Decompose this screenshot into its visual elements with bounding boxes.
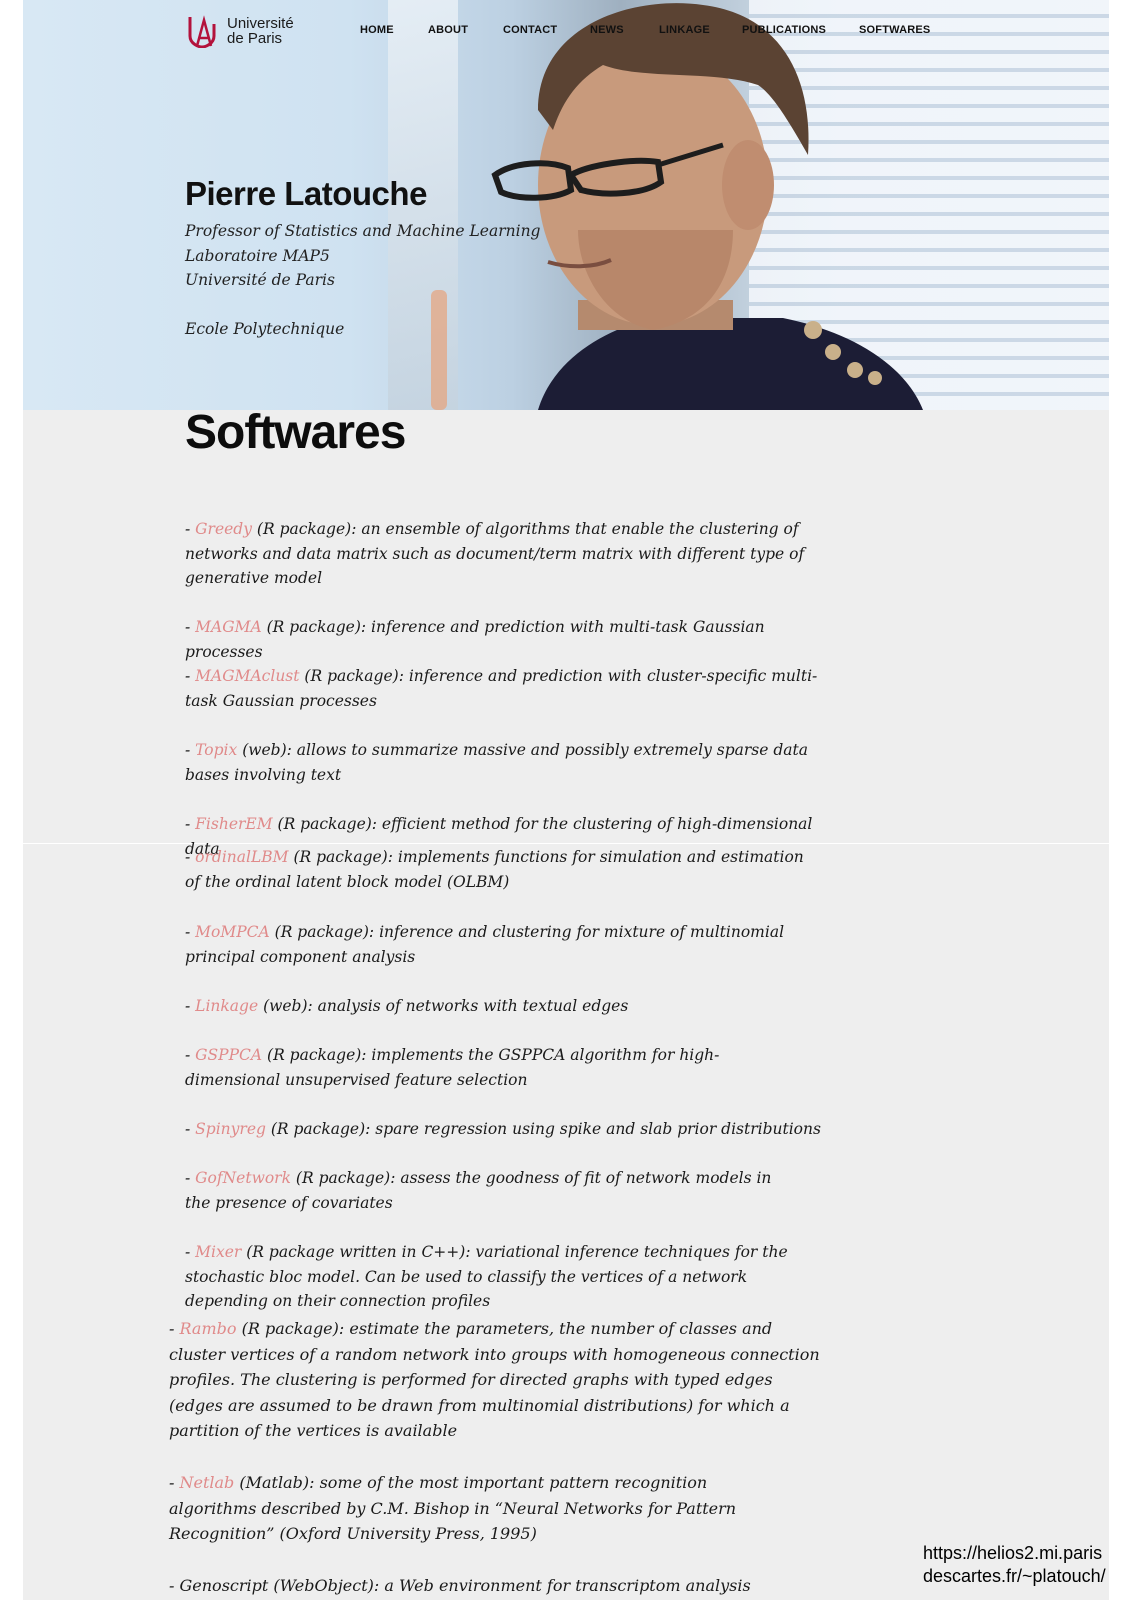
- software-item: - Genoscript (WebObject): a Web environm…: [169, 1576, 751, 1595]
- software-item: - GSPPCA (R package): implements the GSP…: [185, 1046, 720, 1089]
- software-link-mixer[interactable]: Mixer: [195, 1243, 241, 1261]
- logo-line-1: Université: [227, 15, 294, 32]
- software-link-gofnetwork[interactable]: GofNetwork: [195, 1169, 291, 1187]
- software-item: - Rambo (R package): estimate the parame…: [169, 1319, 820, 1440]
- software-link-magma[interactable]: MAGMA: [195, 618, 262, 636]
- software-link-greedy[interactable]: Greedy: [195, 520, 252, 538]
- university-logo-icon: [188, 15, 216, 48]
- software-item: - Netlab (Matlab): some of the most impo…: [169, 1473, 737, 1543]
- software-link-spinyreg[interactable]: Spinyreg: [195, 1120, 266, 1138]
- software-item: - MAGMAclust (R package): inference and …: [185, 667, 818, 710]
- software-link-topix[interactable]: Topix: [195, 741, 237, 759]
- software-item: - MAGMA (R package): inference and predi…: [185, 618, 765, 661]
- software-link-linkage[interactable]: Linkage: [195, 997, 258, 1015]
- nav-news[interactable]: NEWS: [590, 24, 659, 36]
- page-title: Softwares: [185, 406, 406, 459]
- software-item: - Spinyreg (R package): spare regression…: [185, 1120, 821, 1138]
- hero-text: Pierre Latouche Professor of Statistics …: [185, 175, 540, 342]
- nav-publications[interactable]: PUBLICATIONS: [742, 24, 859, 36]
- software-item: - GofNetwork (R package): assess the goo…: [185, 1169, 772, 1212]
- main-nav: HOME ABOUT CONTACT NEWS LINKAGE PUBLICAT…: [360, 24, 949, 36]
- software-link-gsppca[interactable]: GSPPCA: [195, 1046, 262, 1064]
- university-logo[interactable]: Université de Paris: [185, 14, 294, 48]
- person-university: Université de Paris: [185, 271, 335, 289]
- person-title: Professor of Statistics and Machine Lear…: [185, 222, 541, 240]
- source-url-line-1: https://helios2.mi.paris: [923, 1543, 1103, 1563]
- nav-contact[interactable]: CONTACT: [503, 24, 590, 36]
- nav-linkage[interactable]: LINKAGE: [659, 24, 742, 36]
- software-item: - Topix (web): allows to summarize massi…: [185, 741, 808, 784]
- university-logo-text: Université de Paris: [227, 16, 294, 46]
- software-item: - Linkage (web): analysis of networks wi…: [185, 997, 629, 1015]
- person-name: Pierre Latouche: [185, 175, 427, 212]
- page: Université de Paris HOME ABOUT CONTACT N…: [23, 0, 1109, 1600]
- software-link-mompca[interactable]: MoMPCA: [195, 923, 270, 941]
- source-url: https://helios2.mi.paris descartes.fr/~p…: [923, 1542, 1106, 1588]
- hero-banner: Université de Paris HOME ABOUT CONTACT N…: [23, 0, 1109, 410]
- software-item: - Mixer (R package written in C++): vari…: [185, 1243, 788, 1310]
- software-link-netlab[interactable]: Netlab: [180, 1473, 235, 1492]
- software-link-rambo[interactable]: Rambo: [180, 1319, 237, 1338]
- nav-softwares[interactable]: SOFTWARES: [859, 24, 949, 36]
- person-lab: Laboratoire MAP5: [185, 246, 330, 265]
- person-school: Ecole Polytechnique: [185, 320, 345, 338]
- nav-home[interactable]: HOME: [360, 24, 428, 36]
- portrait-photo: [491, 3, 923, 410]
- logo-line-2: de Paris: [227, 30, 283, 47]
- source-url-line-2: descartes.fr/~platouch/: [923, 1566, 1106, 1586]
- software-link-magmaclust[interactable]: MAGMAclust: [195, 667, 299, 685]
- software-item: - ordinalLBM (R package): implements fun…: [185, 848, 804, 891]
- software-link-fisherem[interactable]: FisherEM: [195, 815, 272, 833]
- software-link-ordinallbm[interactable]: ordinalLBM: [195, 848, 288, 866]
- nav-about[interactable]: ABOUT: [428, 24, 503, 36]
- software-item: - MoMPCA (R package): inference and clus…: [185, 923, 785, 966]
- software-item: - Greedy (R package): an ensemble of alg…: [185, 520, 805, 587]
- hero-spacer: [185, 293, 540, 318]
